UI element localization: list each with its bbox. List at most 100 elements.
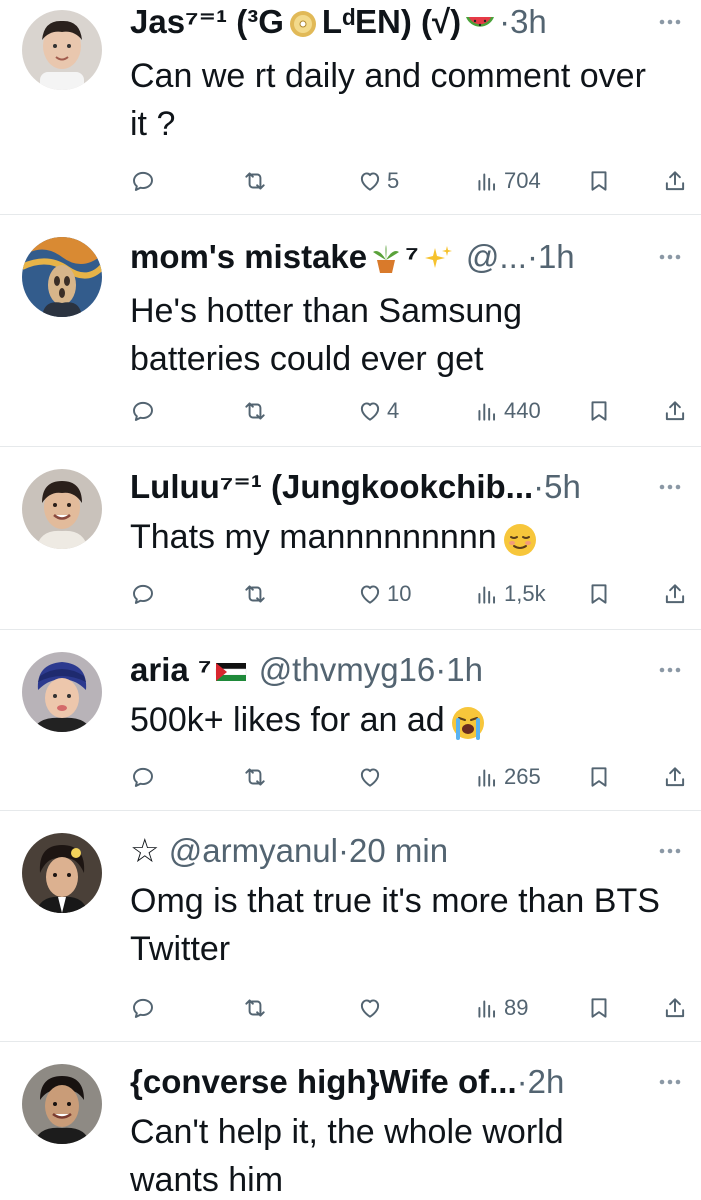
retweet-button[interactable] xyxy=(242,576,268,612)
retweet-icon xyxy=(245,585,265,603)
tweet-text: Thats my mannnnnnnnn xyxy=(130,513,661,561)
view-count: 704 xyxy=(504,168,541,193)
share-icon xyxy=(665,998,685,1018)
avatar[interactable] xyxy=(22,833,102,913)
view-count: 440 xyxy=(504,398,541,423)
retweet-button[interactable] xyxy=(242,393,268,429)
bookmark-icon xyxy=(591,767,607,787)
reply-button[interactable] xyxy=(130,163,156,199)
tweet[interactable]: mom's mistake ⁷ @...·1h He's hotter than … xyxy=(0,215,701,447)
more-options-icon[interactable] xyxy=(653,12,687,32)
view-count: 265 xyxy=(504,764,541,789)
tweet-header: ☆ @armyanul·20 min xyxy=(130,832,449,869)
bookmark-button[interactable] xyxy=(586,393,612,429)
reply-button[interactable] xyxy=(130,393,156,429)
timestamp[interactable]: 20 min xyxy=(349,832,448,869)
display-name-tail: ⁷ xyxy=(405,238,419,275)
like-button[interactable]: 5 xyxy=(357,163,399,199)
bookmark-button[interactable] xyxy=(586,759,612,795)
more-options-icon[interactable] xyxy=(653,247,687,267)
star-display-name[interactable]: ☆ xyxy=(130,832,160,869)
views-icon xyxy=(478,586,496,604)
tweet[interactable]: Jas⁷⁼¹ (³G LᵈEN) (√) ·3h Can we rt daily a… xyxy=(0,0,701,215)
display-name[interactable]: Luluu⁷⁼¹ (Jungkookchib... xyxy=(130,468,533,505)
action-bar: 265 xyxy=(0,759,701,795)
timestamp[interactable]: 3h xyxy=(510,3,547,40)
loudly-crying-face-emoji xyxy=(451,705,485,741)
views-button[interactable]: 704 xyxy=(474,163,541,199)
avatar[interactable] xyxy=(22,10,102,90)
potted-plant-emoji xyxy=(369,244,403,274)
reply-button[interactable] xyxy=(130,990,156,1026)
more-options-icon[interactable] xyxy=(653,477,687,497)
avatar[interactable] xyxy=(22,1064,102,1144)
tweet-text: He's hotter than Samsung batteries could… xyxy=(130,292,523,378)
tweet[interactable]: {converse high}Wife of...·2h Can't help … xyxy=(0,1042,701,1200)
retweet-button[interactable] xyxy=(242,163,268,199)
retweet-button[interactable] xyxy=(242,759,268,795)
like-button[interactable]: 10 xyxy=(357,576,411,612)
display-name[interactable]: Jas⁷⁼¹ (³G xyxy=(130,3,284,40)
views-icon xyxy=(478,1000,496,1018)
retweet-icon xyxy=(245,172,265,190)
reply-icon xyxy=(133,998,153,1018)
reply-icon xyxy=(133,171,153,191)
like-button[interactable] xyxy=(357,759,387,795)
avatar[interactable] xyxy=(22,652,102,732)
views-button[interactable]: 1,5k xyxy=(474,576,546,612)
reply-feed: Jas⁷⁼¹ (³G LᵈEN) (√) ·3h Can we rt daily a… xyxy=(0,0,701,1200)
view-count: 89 xyxy=(504,995,529,1020)
more-options-icon[interactable] xyxy=(653,1072,687,1092)
share-button[interactable] xyxy=(662,163,688,199)
display-name-tail: LᵈEN) (√) xyxy=(321,3,462,40)
heart-icon xyxy=(360,999,380,1018)
views-button[interactable]: 265 xyxy=(474,759,541,795)
retweet-icon xyxy=(245,768,265,786)
display-name[interactable]: mom's mistake xyxy=(130,238,367,275)
tweet-header: {converse high}Wife of...·2h xyxy=(130,1063,565,1100)
display-name[interactable]: aria xyxy=(130,651,189,688)
timestamp[interactable]: 1h xyxy=(538,238,575,275)
share-button[interactable] xyxy=(662,393,688,429)
timestamp[interactable]: 1h xyxy=(446,651,483,688)
views-button[interactable]: 440 xyxy=(474,393,541,429)
bookmark-button[interactable] xyxy=(586,576,612,612)
bookmark-icon xyxy=(591,401,607,421)
share-button[interactable] xyxy=(662,990,688,1026)
retweet-button[interactable] xyxy=(242,990,268,1026)
action-bar: 5 704 xyxy=(0,163,701,199)
avatar[interactable] xyxy=(22,237,102,317)
sparkles-emoji xyxy=(421,244,455,274)
tweet-text: Can we rt daily and comment over it ? xyxy=(130,57,646,143)
share-button[interactable] xyxy=(662,576,688,612)
display-name[interactable]: {converse high}Wife of... xyxy=(130,1063,517,1100)
like-button[interactable] xyxy=(357,990,387,1026)
share-button[interactable] xyxy=(662,759,688,795)
timestamp[interactable]: 2h xyxy=(528,1063,565,1100)
views-icon xyxy=(478,403,496,421)
tweet[interactable]: Luluu⁷⁼¹ (Jungkookchib...·5h Thats my ma… xyxy=(0,447,701,630)
handle[interactable]: @armyanul xyxy=(169,832,338,869)
tweet-header: aria ⁷ @thvmyg16·1h xyxy=(130,651,483,688)
bookmark-icon xyxy=(591,584,607,604)
like-button[interactable]: 4 xyxy=(357,393,399,429)
handle[interactable]: @... xyxy=(466,238,527,275)
more-options-icon[interactable] xyxy=(653,841,687,861)
reply-button[interactable] xyxy=(130,759,156,795)
like-count: 4 xyxy=(387,398,400,423)
avatar[interactable] xyxy=(22,469,102,549)
heart-icon xyxy=(360,768,380,787)
tweet[interactable]: ☆ @armyanul·20 min Omg is that true it's… xyxy=(0,811,701,1042)
tweet-text: 500k+ likes for an ad xyxy=(130,696,661,744)
reply-button[interactable] xyxy=(130,576,156,612)
bookmark-icon xyxy=(591,171,607,191)
views-button[interactable]: 89 xyxy=(474,990,528,1026)
bookmark-button[interactable] xyxy=(586,990,612,1026)
more-options-icon[interactable] xyxy=(653,660,687,680)
tweet[interactable]: aria ⁷ @thvmyg16·1h 500k+ likes for an a… xyxy=(0,630,701,811)
display-name-tail: ⁷ xyxy=(197,651,212,688)
timestamp[interactable]: 5h xyxy=(544,468,581,505)
handle[interactable]: @thvmyg16 xyxy=(259,651,436,688)
bookmark-button[interactable] xyxy=(586,163,612,199)
view-count: 1,5k xyxy=(504,581,546,606)
